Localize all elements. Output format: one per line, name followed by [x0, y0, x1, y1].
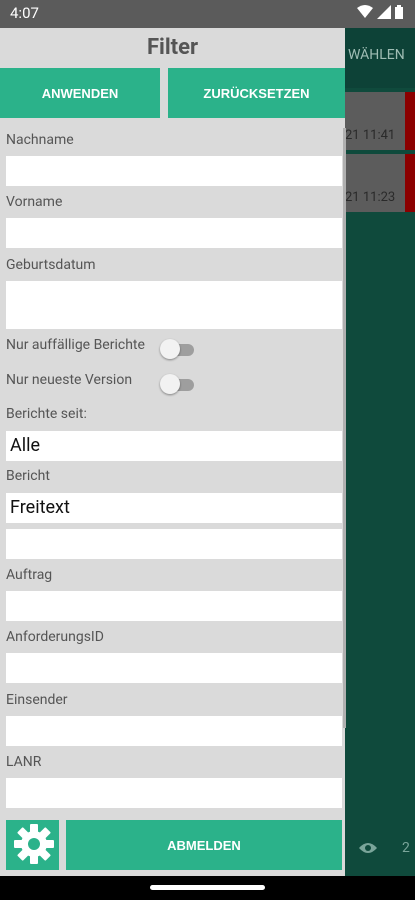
system-nav-bar — [0, 876, 415, 900]
neueste-toggle[interactable] — [160, 373, 194, 394]
background-list-item[interactable]: 21 11:23 — [345, 154, 415, 212]
nachname-input[interactable] — [6, 156, 342, 186]
settings-button[interactable] — [6, 820, 59, 870]
status-time: 4:07 — [10, 4, 39, 22]
auffaellige-toggle[interactable] — [160, 338, 194, 359]
anforderungsid-label: AnforderungsID — [6, 629, 104, 645]
bericht-freitext-input[interactable] — [6, 529, 342, 559]
background-item-time: 21 11:23 — [345, 190, 396, 205]
home-gesture-handle[interactable] — [150, 885, 265, 890]
bericht-label: Bericht — [6, 468, 50, 484]
background-bottom-count: 2 — [402, 840, 410, 856]
anforderungsid-input[interactable] — [6, 653, 342, 683]
background-list-item[interactable]: 21 11:41 — [345, 92, 415, 150]
auffaellige-label: Nur auffällige Berichte — [6, 337, 145, 353]
wifi-icon — [357, 5, 373, 18]
lanr-label: LANR — [6, 754, 42, 770]
filter-drawer: Filter ANWENDEN ZURÜCKSETZEN Nachname Vo… — [0, 28, 346, 876]
berichte-seit-label: Berichte seit: — [6, 406, 87, 422]
auftrag-input[interactable] — [6, 591, 342, 621]
toggle-knob — [160, 374, 180, 394]
alert-marker — [405, 92, 415, 150]
background-header-label: WÄHLEN — [348, 47, 405, 63]
logout-button[interactable]: ABMELDEN — [66, 820, 342, 870]
status-bar: 4:07 — [0, 0, 415, 28]
berichte-seit-select[interactable]: Alle — [6, 431, 342, 461]
background-item-time: 21 11:41 — [345, 128, 396, 143]
eye-icon — [359, 843, 377, 853]
gear-icon — [14, 823, 54, 864]
geburtsdatum-label: Geburtsdatum — [6, 257, 96, 273]
bericht-select[interactable]: Freitext — [6, 493, 342, 523]
neueste-label: Nur neueste Version — [6, 372, 133, 388]
auftrag-label: Auftrag — [6, 567, 53, 583]
background-bottom-bar: 2 — [345, 834, 415, 864]
reset-button[interactable]: ZURÜCKSETZEN — [168, 68, 345, 118]
toggle-knob — [160, 339, 180, 359]
status-icons — [357, 5, 403, 19]
signal-icon — [377, 5, 391, 19]
background-header: WÄHLEN — [345, 28, 415, 88]
apply-button[interactable]: ANWENDEN — [0, 68, 160, 118]
geburtsdatum-input[interactable] — [6, 281, 342, 329]
vorname-input[interactable] — [6, 218, 342, 248]
battery-icon — [395, 5, 403, 19]
einsender-label: Einsender — [6, 692, 68, 708]
drawer-scrollbar[interactable] — [343, 128, 346, 728]
alert-marker — [405, 154, 415, 212]
vorname-label: Vorname — [6, 194, 63, 210]
drawer-title: Filter — [146, 35, 199, 60]
lanr-input[interactable] — [6, 778, 342, 808]
nachname-label: Nachname — [6, 132, 74, 148]
einsender-input[interactable] — [6, 716, 342, 746]
